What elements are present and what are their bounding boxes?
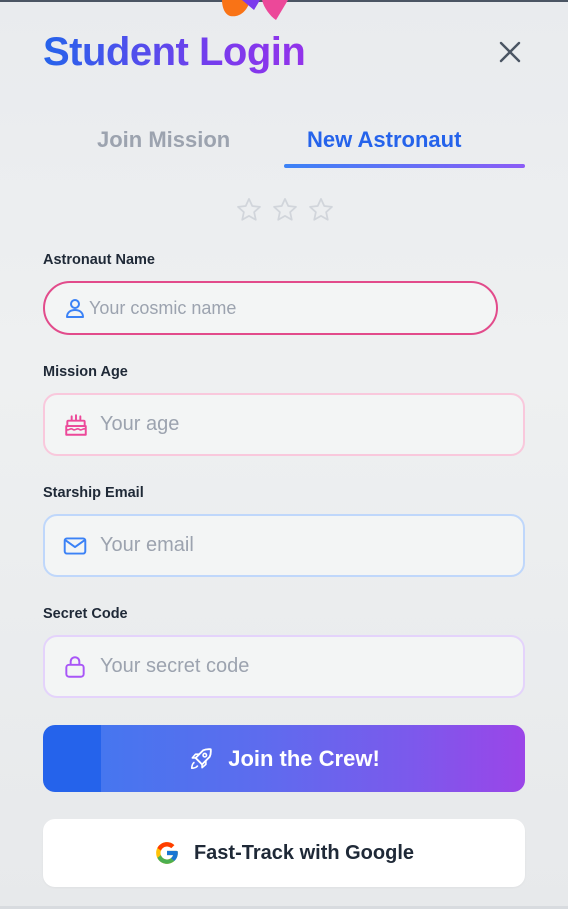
join-crew-label: Join the Crew! bbox=[228, 745, 380, 771]
mail-icon bbox=[63, 536, 87, 555]
star-icon bbox=[309, 198, 333, 221]
page-title: Student Login bbox=[43, 30, 306, 74]
mission-age-field[interactable] bbox=[43, 393, 525, 456]
star-rating bbox=[235, 196, 335, 224]
google-signin-button[interactable]: Fast-Track with Google bbox=[43, 819, 525, 887]
secret-code-input[interactable] bbox=[100, 637, 508, 696]
secret-code-field[interactable] bbox=[43, 635, 525, 698]
secret-code-label: Secret Code bbox=[43, 606, 128, 622]
mission-age-label: Mission Age bbox=[43, 364, 128, 380]
rocket-icon bbox=[191, 747, 212, 769]
starship-email-input[interactable] bbox=[100, 516, 508, 575]
starship-email-label: Starship Email bbox=[43, 485, 144, 501]
star-icon bbox=[237, 198, 261, 221]
lock-icon bbox=[65, 655, 85, 678]
rocket-logo-icon bbox=[222, 0, 288, 20]
join-crew-button[interactable]: Join the Crew! bbox=[43, 725, 525, 792]
mission-age-input[interactable] bbox=[100, 395, 508, 454]
tab-join-mission[interactable]: Join Mission bbox=[97, 124, 230, 156]
active-tab-underline bbox=[284, 164, 525, 168]
close-icon[interactable] bbox=[496, 38, 524, 66]
astronaut-name-field[interactable] bbox=[43, 281, 498, 335]
starship-email-field[interactable] bbox=[43, 514, 525, 577]
google-signin-label: Fast-Track with Google bbox=[193, 841, 415, 864]
user-icon bbox=[66, 299, 84, 318]
cake-icon bbox=[65, 413, 87, 436]
tab-new-astronaut[interactable]: New Astronaut bbox=[307, 124, 461, 156]
astronaut-name-label: Astronaut Name bbox=[43, 252, 155, 268]
google-icon bbox=[156, 842, 178, 864]
astronaut-name-input[interactable] bbox=[89, 283, 470, 333]
star-icon bbox=[273, 198, 297, 221]
